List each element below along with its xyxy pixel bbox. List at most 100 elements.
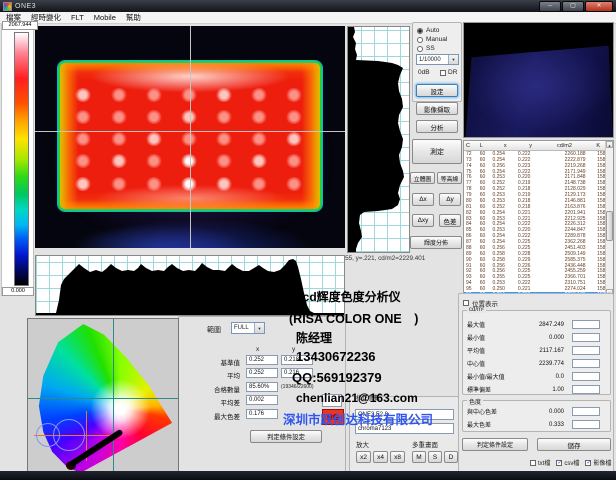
delta-y-button[interactable]: Δy — [439, 193, 461, 206]
led-dot — [181, 110, 197, 124]
stat-threshold-field[interactable] — [572, 385, 600, 394]
cursor-readout: x=.255, y=.221, cd/m2=2229.401 — [333, 255, 463, 262]
delta-xy-button[interactable]: Δxy — [412, 214, 434, 227]
pass-field[interactable]: 85.60% — [246, 382, 278, 392]
stat-threshold-field[interactable] — [572, 420, 600, 429]
radio-ss[interactable]: SS — [417, 44, 447, 53]
checkbox-box[interactable] — [530, 460, 536, 466]
led-dot — [181, 88, 197, 102]
range-dropdown[interactable]: FULL ▼ — [231, 322, 265, 334]
shutter-dropdown[interactable]: 1/10000 ▼ — [416, 54, 459, 65]
multi-s-button[interactable]: S — [428, 451, 442, 463]
scale-max-label: 2067.944 — [2, 21, 38, 30]
radio-label: SS — [426, 45, 435, 52]
led-dot — [75, 88, 91, 102]
measure-button[interactable]: 測定 — [412, 139, 462, 164]
contour-button[interactable]: 等高線 — [437, 172, 462, 184]
scroll-thumb[interactable] — [606, 211, 613, 241]
zoom-x8-button[interactable]: x8 — [390, 451, 405, 463]
shutter-value: 1/10000 — [419, 57, 441, 63]
file-option-txt檔[interactable]: txt檔 — [530, 458, 550, 467]
minimize-button[interactable]: – — [539, 1, 561, 12]
stat-value: 1.00 — [552, 387, 564, 393]
checkbox-box[interactable]: ✓ — [556, 460, 562, 466]
color-diff-button[interactable]: 色差 — [439, 214, 461, 227]
maxdiff-field[interactable]: 0.176 — [246, 409, 278, 419]
base-label: 基準值 — [188, 357, 240, 367]
led-dot — [251, 177, 267, 191]
judge-settings-button[interactable]: 判定條件設定 — [250, 430, 322, 443]
radio-dot[interactable] — [417, 28, 423, 34]
radio-manual[interactable]: Manual — [417, 35, 447, 44]
crosshair-horizontal[interactable] — [35, 131, 345, 132]
capture-button[interactable]: 影像擷取 — [416, 102, 458, 115]
set-button[interactable]: 設定 — [416, 84, 458, 97]
vertical-profile-plot — [347, 26, 410, 253]
vertical-profile-shape — [348, 27, 409, 252]
pass-label: 合格數量 — [188, 384, 240, 394]
app-window: ONE3 – ▢ ✕ 檔案經時變化FLTMobile幫助 2067.944 0.… — [0, 0, 616, 480]
led-dot — [75, 110, 91, 124]
file-option-影像檔[interactable]: ✓影像檔 — [585, 458, 611, 467]
horizontal-profile-shape — [36, 256, 344, 315]
led-dot — [146, 154, 162, 168]
zoom-x2-button[interactable]: x2 — [356, 451, 371, 463]
chroma-stats-group: 色度 與中心色差0.000最大色差0.333 — [462, 400, 611, 432]
close-button[interactable]: ✕ — [585, 1, 613, 12]
stat-threshold-field[interactable] — [572, 407, 600, 416]
position-display-checkbox[interactable]: 位置表示 — [463, 298, 498, 308]
stat-threshold-field[interactable] — [572, 346, 600, 355]
radio-dot[interactable] — [417, 37, 423, 43]
radio-auto[interactable]: Auto — [417, 26, 447, 35]
led-dot — [111, 110, 127, 124]
dr-checkbox[interactable]: DR — [440, 69, 457, 76]
watermark-company: 深圳市跃创达科技有限公司 — [283, 409, 433, 428]
zoom-x4-button[interactable]: x4 — [373, 451, 388, 463]
base-x-field[interactable]: 0.252 — [246, 355, 278, 365]
avg-x-field[interactable]: 0.252 — [246, 368, 278, 378]
radio-label: Manual — [426, 36, 447, 43]
menu-item-3[interactable]: Mobile — [94, 13, 116, 22]
led-dot — [111, 154, 127, 168]
stat-threshold-field[interactable] — [572, 333, 600, 342]
watermark-line-3: 陈经理 — [296, 329, 332, 346]
led-dot — [216, 177, 232, 191]
led-dot — [251, 88, 267, 102]
led-dot — [146, 177, 162, 191]
stat-threshold-field[interactable] — [572, 320, 600, 329]
radio-dot[interactable] — [417, 46, 423, 52]
watermark-line-1: ccd辉度色度分析仪 — [296, 288, 401, 305]
save-button[interactable]: 儲存 — [537, 438, 611, 451]
scroll-up-arrow[interactable]: ▲ — [606, 141, 613, 148]
stat-value: 0.0 — [556, 374, 564, 380]
multi-m-button[interactable]: M — [412, 451, 426, 463]
lum-stat-row: 最小值/最大值0.0 — [467, 370, 608, 383]
maximize-button[interactable]: ▢ — [562, 1, 584, 12]
crosshair-vertical[interactable] — [190, 26, 191, 248]
position-display-box[interactable] — [463, 300, 469, 306]
stat-threshold-field[interactable] — [572, 359, 600, 368]
led-dot — [286, 177, 302, 191]
measure-table: C L x y cd/m2 K 72600.2540.2222260.18815… — [463, 140, 614, 297]
analyze-button[interactable]: 分析 — [416, 120, 458, 133]
range-label: 範圍 — [207, 325, 221, 335]
led-dot — [146, 132, 162, 146]
stat-threshold-field[interactable] — [572, 372, 600, 381]
menu-item-2[interactable]: FLT — [71, 13, 84, 22]
menu-item-4[interactable]: 幫助 — [126, 12, 141, 23]
stat-value: 0.000 — [549, 335, 564, 341]
judge-settings-button-right[interactable]: 判定條件設定 — [462, 438, 528, 451]
luminance-dist-button[interactable]: 輝度分佈 — [410, 236, 462, 249]
position-display-label: 位置表示 — [472, 298, 498, 308]
file-option-csv檔[interactable]: ✓csv檔 — [556, 458, 579, 467]
delta-x-button[interactable]: Δx — [412, 193, 434, 206]
table-scrollbar[interactable]: ▲ ▼ — [605, 141, 613, 296]
checkbox-box[interactable]: ✓ — [585, 460, 591, 466]
led-dot — [216, 88, 232, 102]
dr-checkbox-box[interactable] — [440, 70, 446, 76]
view3d-button[interactable]: 立體圖 — [410, 172, 435, 184]
multi-d-button[interactable]: D — [444, 451, 458, 463]
camera-preview — [463, 22, 614, 138]
window-frame-bottom — [0, 471, 616, 480]
avgdiff-field[interactable]: 0.002 — [246, 395, 278, 405]
